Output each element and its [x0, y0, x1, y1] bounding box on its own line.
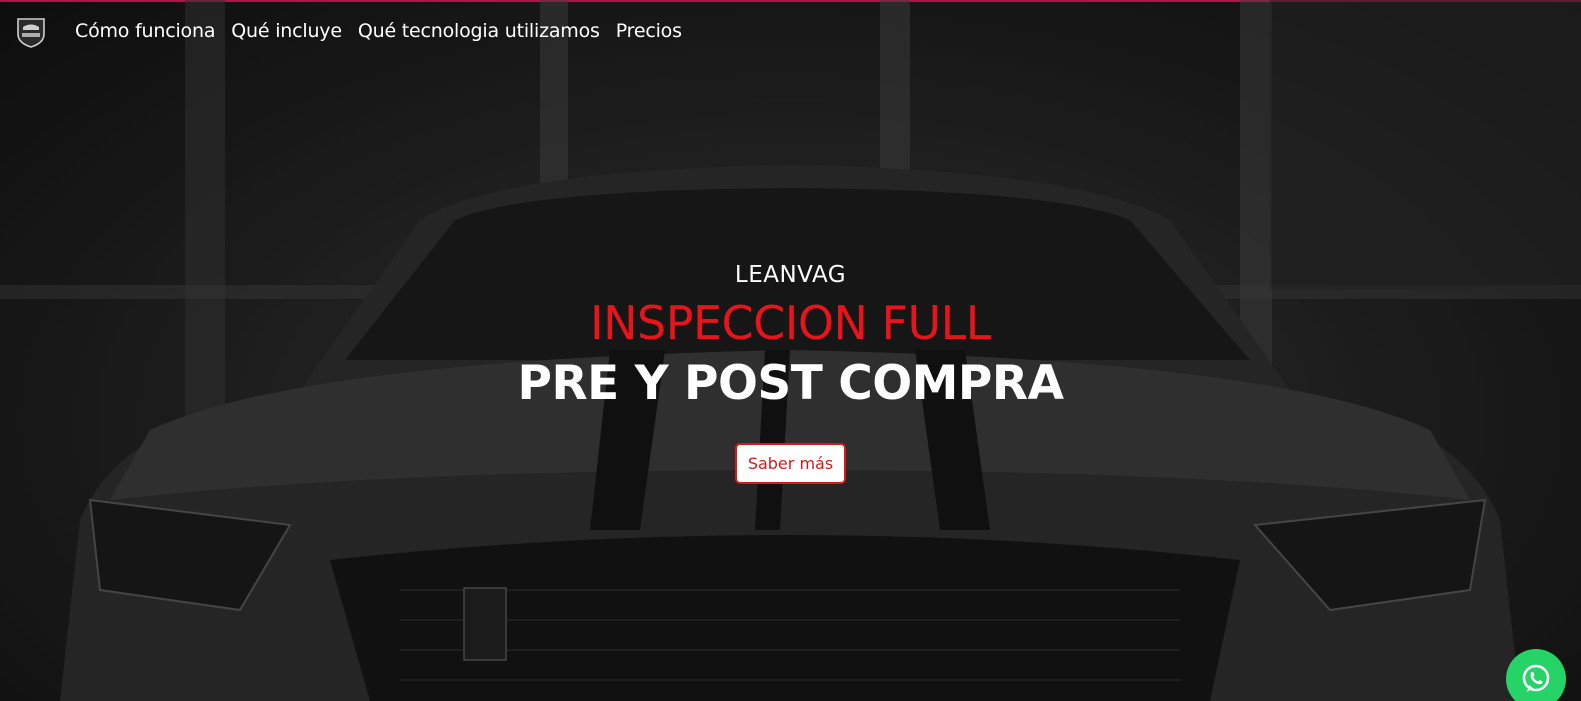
- nav-link-que-incluye[interactable]: Qué incluye: [231, 20, 342, 42]
- main-nav: Cómo funciona Qué incluye Qué tecnologia…: [14, 12, 698, 50]
- hero-headline-red: INSPECCION FULL: [590, 296, 991, 350]
- hero-section: Cómo funciona Qué incluye Qué tecnologia…: [0, 0, 1581, 701]
- nav-link-como-funciona[interactable]: Cómo funciona: [75, 20, 215, 42]
- shield-logo-icon[interactable]: [14, 12, 48, 50]
- hero-brand: LEANVAG: [734, 262, 847, 288]
- whatsapp-icon[interactable]: [1506, 649, 1566, 701]
- nav-link-que-tecnologia[interactable]: Qué tecnologia utilizamos: [358, 20, 600, 42]
- hero-content: LEANVAG INSPECCION FULL PRE Y POST COMPR…: [0, 262, 1581, 484]
- nav-link-precios[interactable]: Precios: [616, 20, 682, 42]
- hero-headline-white: PRE Y POST COMPRA: [517, 356, 1064, 411]
- saber-mas-button[interactable]: Saber más: [734, 443, 847, 484]
